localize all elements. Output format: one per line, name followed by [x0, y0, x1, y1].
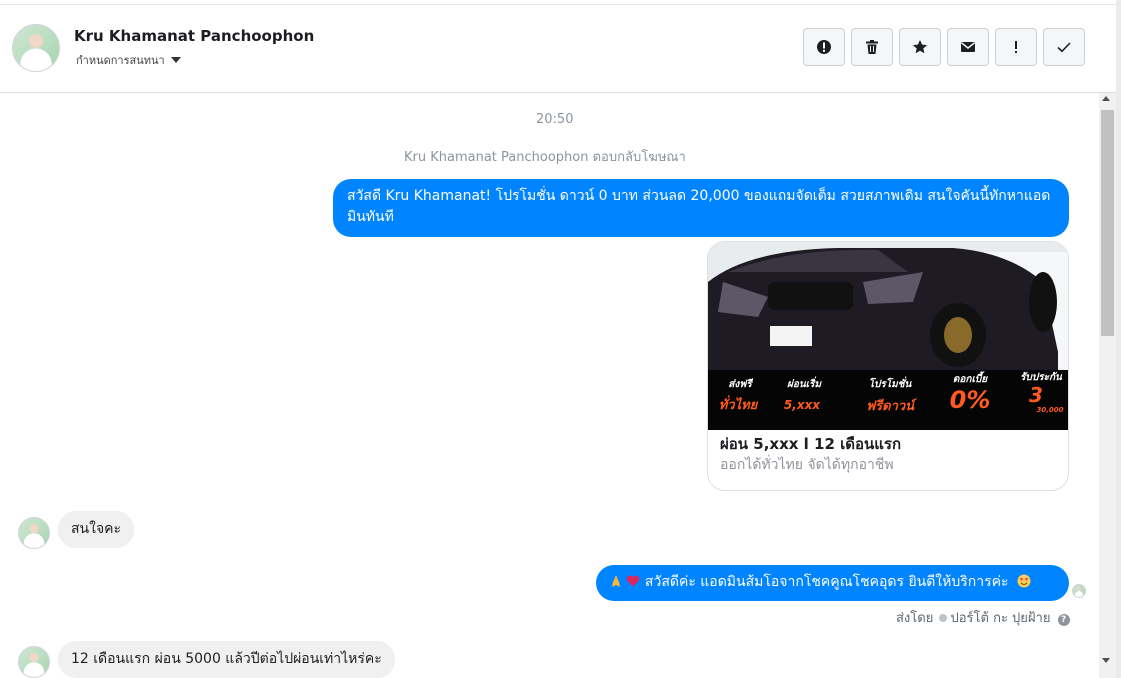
window-edge — [1116, 0, 1121, 678]
banner-warranty-value: 3 — [1029, 383, 1043, 407]
banner-interest-label: ดอกเบี้ย — [953, 371, 988, 385]
sender-name[interactable]: ปอร์โต้ กะ ปุยฝ้าย — [950, 611, 1050, 626]
sent-by-prefix: ส่งโดย — [896, 611, 934, 626]
heart-icon — [627, 575, 640, 587]
scroll-down-arrow-icon[interactable] — [1102, 658, 1110, 663]
spam-button[interactable] — [803, 28, 845, 66]
contact-name[interactable]: Kru Khamanat Panchoophon — [74, 27, 314, 45]
mark-done-button[interactable] — [1043, 28, 1085, 66]
contact-avatar[interactable] — [12, 24, 60, 72]
outgoing-message-text: สวัสดีค่ะ แอดมินส้มโอจากโชคคูณโชคอุดร ยิ… — [644, 574, 1009, 590]
envelope-icon — [961, 42, 975, 52]
star-icon — [912, 40, 928, 54]
contact-avatar-small[interactable] — [18, 517, 50, 549]
banner-installment-value: 5,xxx — [784, 398, 821, 412]
exclamation-icon — [1015, 41, 1017, 53]
trash-icon — [866, 40, 878, 54]
banner-warranty-label: รับประกัน — [1020, 371, 1063, 383]
ad-reply-notice: Kru Khamanat Panchoophon ตอบกลับโฆษณา — [404, 150, 686, 165]
incoming-message[interactable]: สนใจคะ — [58, 511, 135, 548]
conversation-header: Kru Khamanat Panchoophon กำหนดการสนทนา — [0, 5, 1116, 93]
scroll-up-arrow-icon[interactable] — [1102, 96, 1110, 101]
contact-avatar-small[interactable] — [18, 646, 50, 678]
alert-circle-icon — [817, 40, 831, 54]
banner-installment-label: ผ่อนเริ่ม — [787, 376, 822, 390]
message-timestamp: 20:50 — [536, 112, 574, 127]
ad-card[interactable]: ส่งฟรี ทั่วไทย ผ่อนเริ่ม 5,xxx โปรโมชั่น… — [707, 241, 1069, 491]
ad-card-title: ผ่อน 5,xxx l 12 เดือนแรก — [720, 435, 902, 453]
banner-interest-value: 0% — [950, 386, 991, 414]
banner-warranty-extra: 30,000 — [1036, 406, 1063, 414]
check-icon — [1057, 42, 1071, 53]
ad-card-image[interactable]: ส่งฟรี ทั่วไทย ผ่อนเริ่ม 5,xxx โปรโมชั่น… — [708, 242, 1068, 430]
conversation-options-dropdown[interactable]: กำหนดการสนทนา — [76, 51, 181, 69]
caret-down-icon — [170, 57, 181, 63]
follow-up-button[interactable] — [995, 28, 1037, 66]
messenger-inbox: Kru Khamanat Panchoophon กำหนดการสนทนา 2… — [0, 0, 1116, 678]
conversation-options-label: กำหนดการสนทนา — [76, 54, 165, 67]
seen-indicator-avatar — [1072, 584, 1086, 598]
sender-avatar-icon — [939, 614, 948, 622]
help-icon[interactable]: ? — [1057, 614, 1070, 626]
outgoing-message[interactable]: สวัสดี Kru Khamanat! โปรโมชั่น ดาวน์ 0 บ… — [333, 179, 1069, 237]
heart-eyes-emoji-icon — [1017, 574, 1031, 588]
mark-unread-button[interactable] — [947, 28, 989, 66]
incoming-message[interactable]: 12 เดือนแรก ผ่อน 5000 แล้วปีต่อไปผ่อนเท่… — [58, 641, 395, 678]
ad-card-subtitle: ออกได้ทั่วไทย จัดได้ทุกอาชีพ — [720, 457, 894, 473]
scrollbar-thumb[interactable] — [1101, 110, 1114, 336]
banner-free-shipping-label: ส่งฟรี — [728, 378, 753, 390]
delete-button[interactable] — [851, 28, 893, 66]
banner-free-shipping-value: ทั่วไทย — [719, 395, 759, 413]
outgoing-message[interactable]: สวัสดีค่ะ แอดมินส้มโอจากโชคคูณโชคอุดร ยิ… — [596, 565, 1069, 601]
praying-hands-icon — [612, 575, 620, 587]
banner-promotion-value: ฟรีดาวน์ — [866, 398, 917, 414]
sent-by-line: ส่งโดย ปอร์โต้ กะ ปุยฝ้าย ? — [896, 607, 1070, 628]
star-button[interactable] — [899, 28, 941, 66]
banner-promotion-label: โปรโมชั่น — [869, 376, 913, 390]
